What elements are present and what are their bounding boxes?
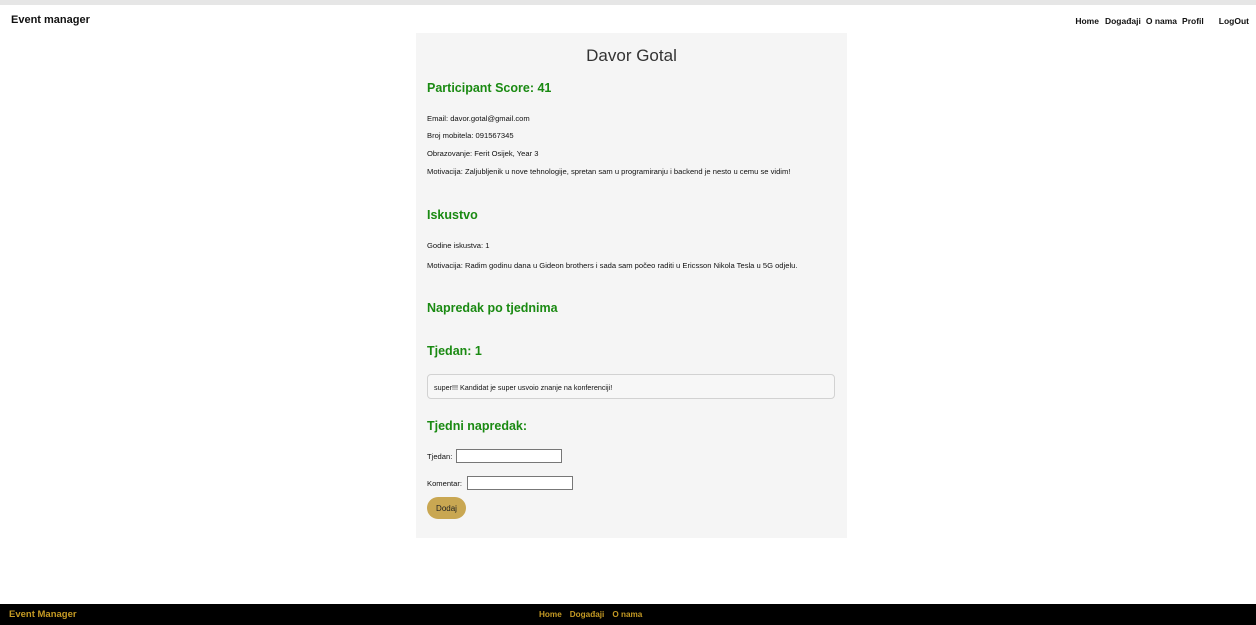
experience-heading: Iskustvo <box>427 208 478 222</box>
participant-score-heading: Participant Score: 41 <box>427 81 552 95</box>
week-field-label: Tjedan: <box>427 452 453 461</box>
participant-name: Davor Gotal <box>586 46 677 65</box>
nav-profile-link[interactable]: Profil <box>1182 16 1204 26</box>
profile-card: Davor Gotal Participant Score: 41 Email:… <box>416 33 847 538</box>
experience-motivation-text: Motivacija: Radim godinu dana u Gideon b… <box>427 261 798 270</box>
weekly-progress-heading: Napredak po tjednima <box>427 301 558 315</box>
comment-field-label: Komentar: <box>427 479 463 488</box>
top-nav: Home Događaji O nama Profil LogOut <box>1075 16 1249 26</box>
footer-nav: Home Događaji O nama <box>539 610 642 619</box>
week-comment-box: super!!! Kandidat je super usvoio znanje… <box>427 374 835 399</box>
footer-brand: Event Manager <box>9 609 77 620</box>
experience-years-text: Godine iskustva: 1 <box>427 241 490 250</box>
weekly-progress-form-heading: Tjedni napredak: <box>427 419 528 433</box>
footer-about-link[interactable]: O nama <box>612 610 642 619</box>
education-text: Obrazovanje: Ferit Osijek, Year 3 <box>427 149 539 158</box>
nav-events-link[interactable]: Događaji <box>1105 16 1141 26</box>
nav-logout-link[interactable]: LogOut <box>1219 16 1249 26</box>
footer-home-link[interactable]: Home <box>539 610 562 619</box>
phone-text: Broj mobitela: 091567345 <box>427 131 514 140</box>
motivation-text: Motivacija: Zaljubljenik u nove tehnolog… <box>427 167 791 176</box>
comment-input[interactable] <box>467 476 573 490</box>
email-text: Email: davor.gotal@gmail.com <box>427 114 530 123</box>
top-navbar: Event manager Home Događaji O nama Profi… <box>0 0 1256 28</box>
nav-home-link[interactable]: Home <box>1075 16 1099 26</box>
nav-about-link[interactable]: O nama <box>1146 16 1177 26</box>
footer-events-link[interactable]: Događaji <box>570 610 605 619</box>
brand-title: Event manager <box>11 14 90 26</box>
week-input[interactable] <box>456 449 562 463</box>
footer: Event Manager Home Događaji O nama <box>0 604 1256 625</box>
add-button[interactable]: Dodaj <box>427 497 466 519</box>
week-heading: Tjedan: 1 <box>427 344 482 358</box>
